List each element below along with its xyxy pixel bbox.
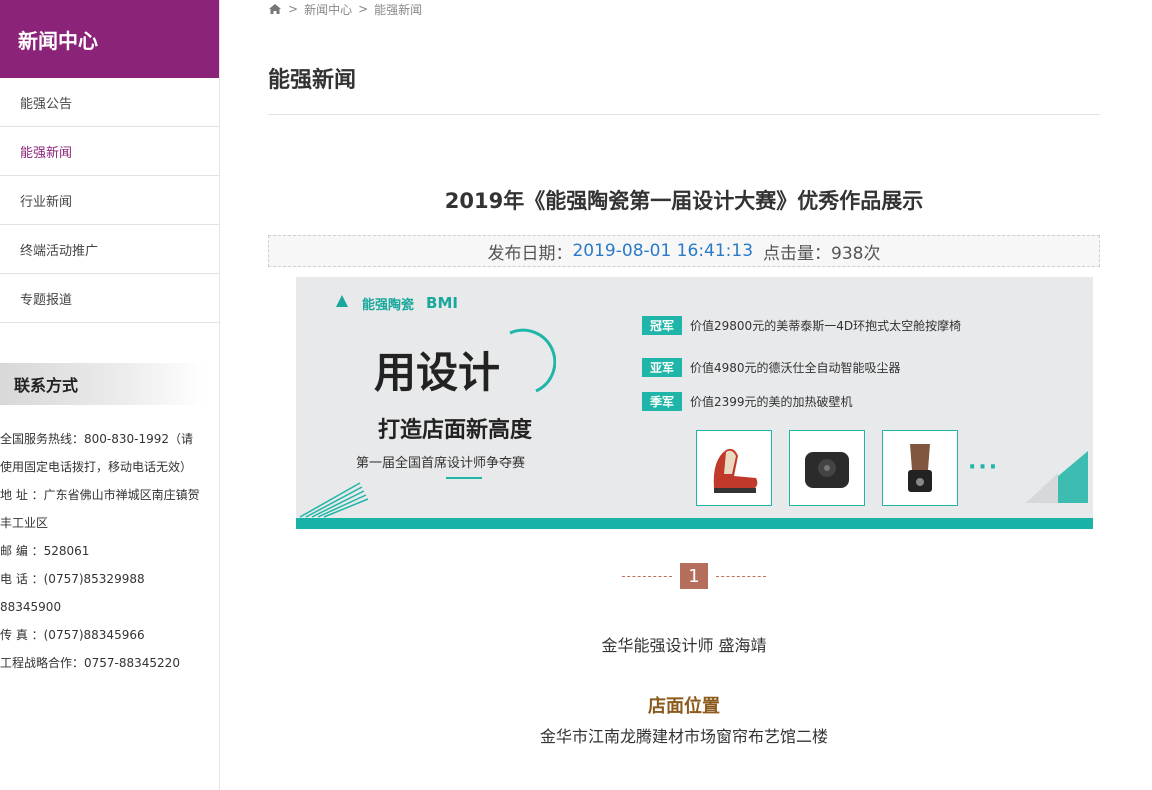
breadcrumb-separator: > bbox=[288, 2, 299, 16]
headline-part-2: 设计 bbox=[416, 348, 501, 397]
breadcrumb-separator: > bbox=[358, 2, 369, 16]
prize-text: 价值29800元的美蒂泰斯一4D环抱式太空舱按摩椅 bbox=[690, 319, 962, 333]
home-icon[interactable] bbox=[268, 3, 282, 15]
sidebar-item-features[interactable]: 专题报道 bbox=[0, 274, 219, 323]
banner-subtitle: 第一届全国首席设计师争夺赛 bbox=[356, 456, 526, 471]
designer-credit: 金华能强设计师 盛海靖 bbox=[601, 636, 767, 655]
contact-line: 地 址 ：广东省佛山市禅城区南庄镇贺 bbox=[0, 488, 200, 502]
prize-text: 价值2399元的美的加热破壁机 bbox=[690, 395, 853, 409]
contact-line: 邮 编 ：528061 bbox=[0, 544, 90, 558]
blender-image bbox=[882, 430, 958, 506]
prize-third: 季军 价值2399元的美的加热破壁机 bbox=[642, 392, 853, 411]
subtitle-underline bbox=[446, 477, 482, 479]
breadcrumb-link-news-center[interactable]: 新闻中心 bbox=[304, 1, 352, 18]
sidebar-item-industry-news[interactable]: 行业新闻 bbox=[0, 176, 219, 225]
brand-logo-icon bbox=[334, 293, 350, 313]
sidebar-item-announcements[interactable]: 能强公告 bbox=[0, 78, 219, 127]
main-content: > 新闻中心 > 能强新闻 能强新闻 2019年《能强陶瓷第一届设计大赛》优秀作… bbox=[268, 0, 1100, 267]
contact-line: 工程战略合作：0757-88345220 bbox=[0, 656, 180, 670]
headline-part-1: 用 bbox=[374, 348, 417, 397]
sidebar-item-company-news[interactable]: 能强新闻 bbox=[0, 127, 219, 176]
hits-label: 点击量： bbox=[763, 243, 832, 264]
contact-list: 全国服务热线：800-830-1992（请 使用固定电话拨打，移动电话无效） 地… bbox=[0, 425, 219, 677]
swoosh-icon bbox=[509, 328, 556, 393]
dashed-line bbox=[622, 575, 672, 577]
contact-heading: 联系方式 bbox=[0, 363, 205, 405]
contact-line: 电 话 ：(0757)85329988 88345900 bbox=[0, 572, 145, 614]
section-number: 1 bbox=[622, 563, 766, 589]
banner-slogan: 打造店面新高度 bbox=[378, 418, 533, 443]
dashed-line bbox=[716, 575, 766, 577]
sidebar-title: 新闻中心 bbox=[0, 0, 219, 78]
divider bbox=[268, 114, 1100, 115]
breadcrumb-link-company-news[interactable]: 能强新闻 bbox=[374, 1, 422, 18]
triangle-decoration-icon bbox=[1026, 451, 1088, 503]
breadcrumb: > 新闻中心 > 能强新闻 bbox=[268, 0, 1100, 18]
prize-text: 价值4980元的德沃仕全自动智能吸尘器 bbox=[690, 361, 901, 375]
location-text: 金华市江南龙腾建材市场窗帘布艺馆二楼 bbox=[539, 727, 828, 746]
sidebar-nav: 能强公告 能强新闻 行业新闻 终端活动推广 专题报道 bbox=[0, 78, 219, 323]
article-title: 2019年《能强陶瓷第一届设计大赛》优秀作品展示 bbox=[444, 189, 924, 213]
contact-line: 丰工业区 bbox=[0, 516, 49, 530]
massage-chair-image bbox=[696, 430, 772, 506]
contact-line: 全国服务热线：800-830-1992（请 bbox=[0, 432, 194, 446]
prize-tag: 亚军 bbox=[642, 358, 683, 377]
prize-first: 冠军 价值29800元的美蒂泰斯一4D环抱式太空舱按摩椅 bbox=[642, 316, 961, 335]
stripe-decoration-icon bbox=[299, 482, 369, 518]
publish-date: 2019-08-01 16:41:13 bbox=[572, 241, 754, 261]
brand-name: 能强陶瓷 bbox=[362, 297, 415, 313]
hit-count: 938次 bbox=[831, 243, 881, 264]
vacuum-robot-image bbox=[789, 430, 865, 506]
bmi-logo: BMI bbox=[426, 294, 458, 312]
date-label: 发布日期： bbox=[487, 243, 573, 264]
prize-tag: 季军 bbox=[642, 392, 683, 411]
contact-line: 传 真 ：(0757)88345966 bbox=[0, 628, 145, 642]
section-number-badge: 1 bbox=[680, 563, 708, 589]
more-dots: ··· bbox=[968, 455, 1000, 480]
banner-bottom-strip bbox=[296, 518, 1093, 529]
prize-tag: 冠军 bbox=[642, 316, 683, 335]
banner-logos: 能强陶瓷 BMI bbox=[334, 293, 458, 313]
prize-second: 亚军 价值4980元的德沃仕全自动智能吸尘器 bbox=[642, 358, 901, 377]
location-heading: 店面位置 bbox=[648, 696, 720, 717]
page-title: 能强新闻 bbox=[268, 68, 357, 93]
sidebar-item-promotions[interactable]: 终端活动推广 bbox=[0, 225, 219, 274]
sidebar: 新闻中心 能强公告 能强新闻 行业新闻 终端活动推广 专题报道 联系方式 全国服… bbox=[0, 0, 220, 790]
article-meta: 发布日期： 2019-08-01 16:41:13 点击量： 938次 bbox=[268, 235, 1100, 267]
contact-line: 使用固定电话拨打，移动电话无效） bbox=[0, 460, 193, 474]
article-banner-image: 能强陶瓷 BMI 用设计 打造店面新高度 第一届全国首席设计师争夺赛 冠军 价值… bbox=[296, 277, 1093, 529]
